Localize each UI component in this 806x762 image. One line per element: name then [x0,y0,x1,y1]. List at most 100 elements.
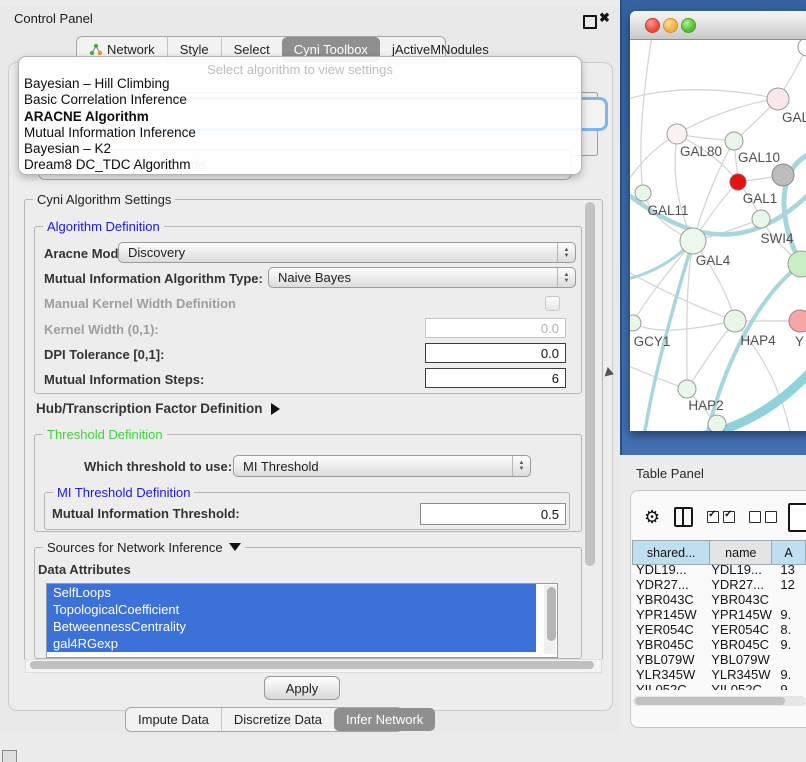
columns-icon[interactable] [674,507,693,527]
dpi-tolerance-label: DPI Tolerance [0,1]: [44,347,164,362]
data-attributes-label: Data Attributes [38,562,131,577]
unchecked-box-icon [765,511,777,523]
table-row[interactable]: YER054CYER054C8. [632,622,806,637]
apply-button[interactable]: Apply [264,676,340,700]
minimized-panel-icon[interactable] [2,750,17,762]
settings-horizontal-scrollbar-thumb[interactable] [30,661,594,669]
zoom-traffic-light-icon[interactable] [681,18,696,33]
algorithm-dropdown-popup: Select algorithm to view settings Bayesi… [18,56,582,175]
cell-shared: YBR043C [632,592,707,607]
hub-definition-label: Hub/Transcription Factor Definition [36,401,263,416]
tab-discretize-data[interactable]: Discretize Data [221,708,334,731]
table-row[interactable]: YDL19...YDL19...13 [632,562,806,577]
mi-algorithm-type-value: Naive Bayes [278,270,351,285]
tab-select-label: Select [234,42,270,57]
close-icon[interactable]: ✖ [599,10,610,26]
checked-box-icon [707,511,719,523]
threshold-definition-title: Threshold Definition [43,427,167,442]
node-hap2 [678,380,696,398]
label-y-partial: Y [795,334,804,349]
table-row[interactable]: YDR27...YDR27...12 [632,577,806,592]
network-window-titlebar [630,11,806,40]
mi-threshold-field[interactable]: 0.5 [420,503,566,525]
node-gal10 [725,132,743,150]
cell-name: YBR043C [707,592,776,607]
label-swi4: SWI4 [760,231,793,246]
node-gcy1 [630,315,641,331]
column-header-name[interactable]: name [710,541,772,565]
cell-shared: YLR345W [632,667,707,682]
cell-shared: YER054C [632,622,707,637]
cell-shared: YPR145W [632,607,707,622]
manual-kernel-width-checkbox[interactable] [545,296,560,311]
table-row[interactable]: YLR345WYLR345W9. [632,667,806,682]
aracne-mode-combo[interactable]: Discovery ▲▼ [118,242,576,263]
column-header-shared[interactable]: shared... [633,541,710,565]
which-threshold-combo[interactable]: MI Threshold ▲▼ [233,455,531,477]
column-header-partial[interactable]: A [772,541,806,565]
hub-definition-expander[interactable]: Hub/Transcription Factor Definition [36,401,280,416]
table-row[interactable]: YBR045CYBR045C9. [632,637,806,652]
node-gal11 [635,185,651,201]
mi-steps-field[interactable]: 6 [425,368,566,388]
node-salmon [789,310,806,332]
settings-vertical-scrollbar-thumb[interactable] [585,202,595,566]
cell-value: 9. [776,682,806,690]
attribute-item[interactable]: BetweennessCentrality [47,618,536,635]
tab-impute-data[interactable]: Impute Data [126,708,221,731]
deselect-all-checks-icon[interactable] [749,511,777,523]
algorithm-option-selected[interactable]: ARACNE Algorithm [24,109,576,125]
attribute-item[interactable]: TopologicalCoefficient [47,601,536,618]
mi-threshold-definition-title: MI Threshold Definition [53,485,194,500]
bottom-tabbar: Impute Data Discretize Data Infer Networ… [125,707,403,732]
mi-algorithm-type-combo[interactable]: Naive Bayes ▲▼ [268,267,576,288]
table-row[interactable]: YBL079WYBL079W [632,652,806,667]
sources-title-label: Sources for Network Inference [47,540,223,555]
tab-infer-network-label: Infer Network [346,712,423,727]
algorithm-option[interactable]: Dream8 DC_TDC Algorithm [24,157,576,173]
algorithm-option[interactable]: Bayesian – Hill Climbing [24,76,576,92]
node-gal-partial [767,88,789,110]
expander-arrow-icon [271,403,280,415]
attribute-item[interactable]: SelfLoops [47,584,536,601]
close-traffic-light-icon[interactable] [645,18,660,33]
combo-stepper-icon: ▲▼ [512,456,530,476]
table-row[interactable]: YIL052CYIL052C9. [632,682,806,690]
table-horizontal-scrollbar-thumb[interactable] [635,697,785,705]
cell-name: YIL052C [707,682,776,690]
cell-value: 9. [776,607,806,622]
algorithm-option[interactable]: Basic Correlation Inference [24,92,576,108]
tab-infer-network[interactable]: Infer Network [334,708,435,731]
minimize-traffic-light-icon[interactable] [663,18,678,33]
table-row[interactable]: YPR145WYPR145W9. [632,607,806,622]
mi-threshold-label: Mutual Information Threshold: [52,506,240,521]
node-gal4 [680,228,706,254]
sources-group-title[interactable]: Sources for Network Inference [43,540,245,555]
export-table-icon[interactable] [788,503,806,532]
combo-stepper-icon: ▲▼ [557,243,575,262]
kernel-width-label: Kernel Width (0,1): [44,322,159,337]
table-row[interactable]: YBR043CYBR043C [632,592,806,607]
gear-icon[interactable]: ⚙ [644,507,660,528]
attribute-item[interactable]: gal4RGexp [47,635,536,652]
cell-name: YDL19... [707,562,776,577]
attribute-list-scrollbar-thumb[interactable] [547,587,556,641]
combo-stepper-icon: ▲▼ [557,268,575,287]
kernel-width-field[interactable]: 0.0 [425,318,566,338]
collapse-arrow-icon [229,543,241,551]
network-canvas[interactable]: GAL GAL80 GAL10 GAL1 SWI4 GAL11 GAL4 GCY… [630,40,806,431]
label-gal1: GAL1 [743,191,778,206]
dpi-tolerance-field[interactable]: 0.0 [425,343,566,363]
algorithm-option[interactable]: Mutual Information Inference [24,125,576,141]
float-window-icon[interactable] [583,15,597,29]
label-gal4: GAL4 [696,253,731,268]
data-attributes-list: SelfLoops TopologicalCoefficient Between… [46,583,558,658]
network-view-window: GAL GAL80 GAL10 GAL1 SWI4 GAL11 GAL4 GCY… [630,11,806,431]
cell-value [776,592,806,607]
cell-name: YBR045C [707,637,776,652]
select-all-checks-icon[interactable] [707,511,735,523]
which-threshold-label: Which threshold to use: [84,459,232,474]
algorithm-option[interactable]: Bayesian – K2 [24,141,576,157]
label-hap4: HAP4 [740,333,776,348]
cell-value: 12 [776,577,806,592]
